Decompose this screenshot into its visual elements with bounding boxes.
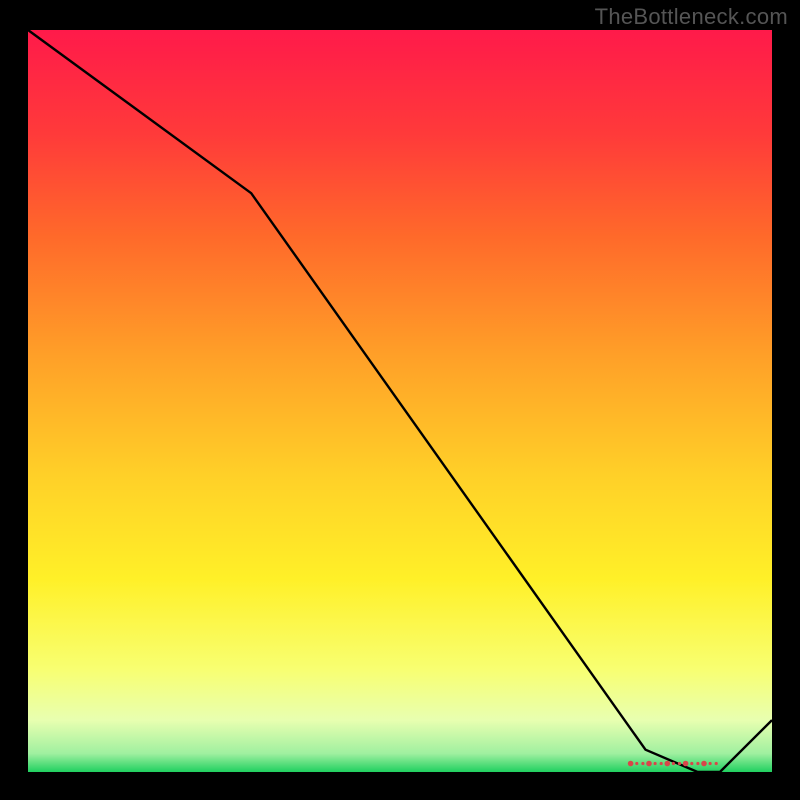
chart-frame: TheBottleneck.com xyxy=(0,0,800,800)
plot-background xyxy=(28,30,772,772)
bottleneck-chart xyxy=(0,0,800,800)
